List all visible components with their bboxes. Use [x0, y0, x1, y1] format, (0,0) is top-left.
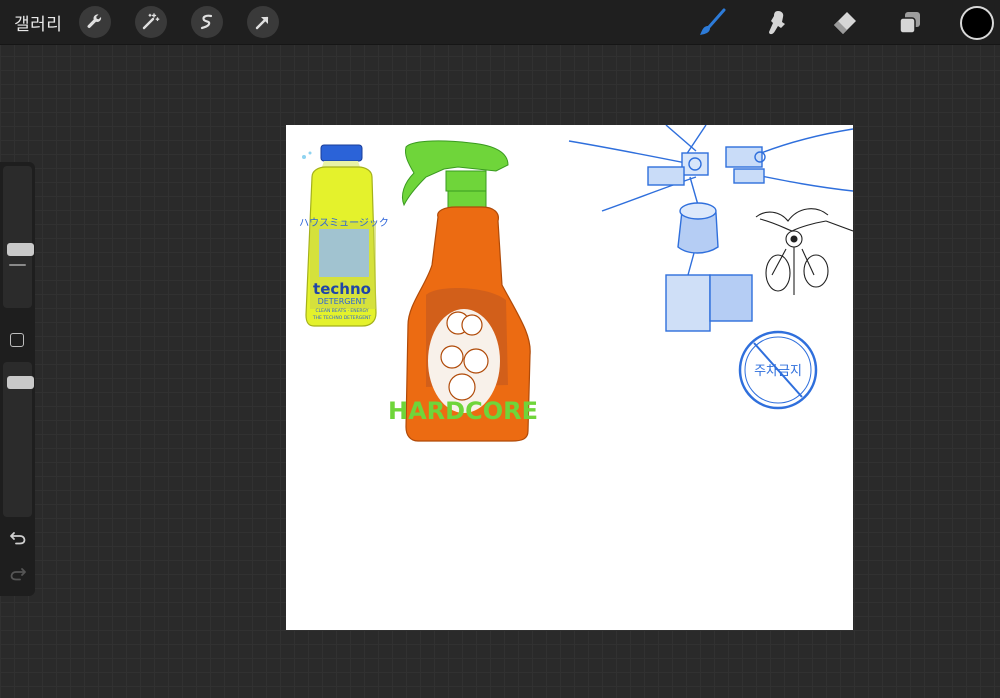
bottle-brand-label: techno [313, 280, 371, 298]
transform-arrow-icon [255, 16, 269, 30]
bottle-small-text-2: THE TECHNO DETERGENT [312, 315, 372, 321]
bottle-jp-label: ハウスミュージック [299, 217, 389, 229]
smudge-icon [769, 11, 785, 35]
undo-icon [10, 532, 26, 545]
side-toolbar [0, 162, 35, 596]
brush-size-slider[interactable] [3, 166, 34, 308]
selection-icon [200, 14, 213, 30]
smudge-tool-button[interactable] [761, 6, 795, 40]
wrench-icon [87, 14, 102, 28]
brush-size-handle[interactable] [7, 243, 34, 256]
yellow-detergent-bottle: ハウスミュージック techno DETERGENT CLEAN BEATS ·… [299, 144, 389, 327]
bottle-subtitle-label: DETERGENT [318, 297, 367, 306]
orange-spray-bottle: HARDCORE [388, 140, 538, 442]
eraser-icon [834, 12, 856, 34]
brush-size-indicator [9, 264, 26, 266]
artwork: ハウスミュージック techno DETERGENT CLEAN BEATS ·… [299, 125, 853, 442]
no-parking-sign-text: 주차금지 [754, 364, 802, 379]
redo-icon [10, 568, 26, 581]
adjustments-button[interactable] [135, 6, 167, 38]
top-toolbar: 갤러리 [0, 0, 1000, 45]
brush-icon [700, 8, 726, 35]
layers-icon [899, 12, 920, 34]
brush-tool-button[interactable] [695, 6, 729, 40]
selection-button[interactable] [191, 6, 223, 38]
layers-button[interactable] [893, 6, 927, 40]
cctv-camera-sketch [568, 125, 853, 332]
no-parking-sign-sketch: 주차금지 [738, 330, 818, 410]
eraser-tool-button[interactable] [827, 6, 861, 40]
winged-creature-sketch [755, 208, 853, 295]
opacity-handle[interactable] [7, 376, 34, 389]
undo-button[interactable] [7, 528, 29, 548]
spray-bottle-label: HARDCORE [388, 397, 538, 425]
modify-button[interactable] [10, 333, 24, 347]
actions-button[interactable] [79, 6, 111, 38]
color-picker-button[interactable] [960, 6, 994, 40]
magic-wand-icon [142, 13, 160, 30]
opacity-slider[interactable] [3, 362, 34, 517]
gallery-button[interactable]: 갤러리 [14, 10, 62, 35]
drawing-canvas[interactable]: ハウスミュージック techno DETERGENT CLEAN BEATS ·… [286, 125, 853, 630]
bottle-small-text-1: CLEAN BEATS · ENERGY [315, 308, 368, 314]
redo-button[interactable] [7, 564, 29, 584]
transform-button[interactable] [247, 6, 279, 38]
